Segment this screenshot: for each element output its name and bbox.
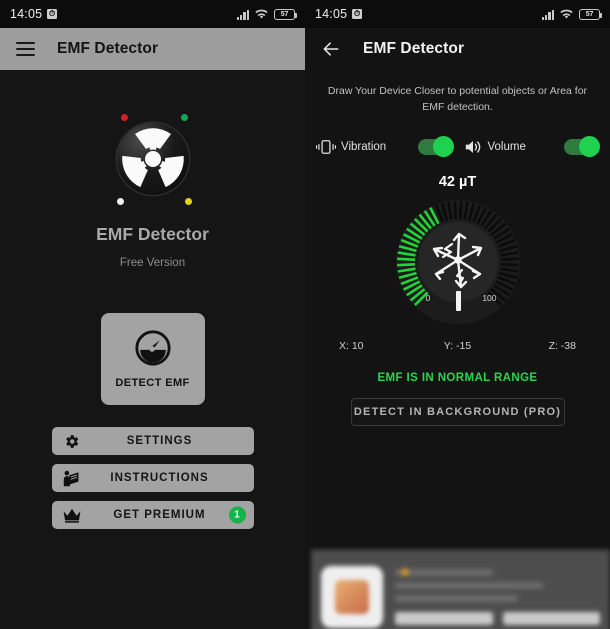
speedometer-icon <box>134 330 171 366</box>
ad-text-line <box>395 594 518 602</box>
detect-emf-label: DETECT EMF <box>115 377 190 389</box>
ad-text-line <box>395 568 494 576</box>
status-bar-right-group: 57 <box>236 8 298 20</box>
axis-z-value: Z: -38 <box>548 339 576 352</box>
app-logo-block: EMF Detector Free Version <box>0 110 305 269</box>
logo-dot-white <box>116 198 124 205</box>
battery-level: 57 <box>280 10 289 18</box>
gauge-container: 0 100 <box>305 198 610 326</box>
status-bar-left-group: 14:05 ⏱ <box>315 7 363 21</box>
status-bar-right: 14:05 ⏱ 57 <box>305 0 610 28</box>
premium-badge: 1 <box>228 506 246 524</box>
left-screen-body: EMF Detector Free Version DETECT EMF SET… <box>0 110 305 629</box>
ad-button-row <box>395 611 600 625</box>
gauge-needle <box>455 290 461 311</box>
axis-readings: X: 10 Y: -15 Z: -38 <box>305 340 610 352</box>
gauge-max-label: 100 <box>482 292 497 303</box>
wifi-icon <box>560 9 573 19</box>
get-premium-button[interactable]: GET PREMIUM 1 <box>51 501 254 529</box>
ad-text-line <box>395 581 543 589</box>
right-screen-detector: 14:05 ⏱ 57 EMF Detector Draw Your Device… <box>305 0 610 629</box>
toggle-row: Vibration Volume <box>305 134 610 160</box>
alarm-icon: ⏱ <box>47 9 58 19</box>
page-title: EMF Detector <box>363 40 465 57</box>
instructions-label: INSTRUCTIONS <box>110 472 209 484</box>
toggle-knob <box>579 136 600 157</box>
gauge-min-label: 0 <box>425 292 431 303</box>
logo-dot-red <box>120 114 128 121</box>
status-bar-left-group: 14:05 ⏱ <box>10 7 58 21</box>
status-bar-left: 14:05 ⏱ 57 <box>0 0 305 28</box>
status-bar-right-group: 57 <box>541 8 603 20</box>
instructions-button[interactable]: INSTRUCTIONS <box>51 464 254 492</box>
ad-text-block <box>395 568 600 625</box>
gear-icon <box>52 433 92 450</box>
crown-icon <box>52 507 92 523</box>
battery-icon: 57 <box>274 8 298 20</box>
status-time: 14:05 <box>315 7 348 21</box>
vibration-setting: Vibration <box>311 136 458 157</box>
person-reading-icon <box>52 470 92 487</box>
app-bar-right: EMF Detector <box>305 28 610 70</box>
right-screen-body: Draw Your Device Closer to potential obj… <box>305 84 610 629</box>
instruction-text: Draw Your Device Closer to potential obj… <box>327 85 588 113</box>
app-bar-left: EMF Detector <box>0 28 305 70</box>
logo-dot-green <box>180 114 188 121</box>
radiation-blades-icon <box>121 128 184 188</box>
status-badge: EMF IS IN NORMAL RANGE <box>377 371 538 384</box>
radiation-symbol-icon <box>104 110 202 208</box>
logo-dot-yellow <box>184 198 192 205</box>
alarm-icon: ⏱ <box>352 9 363 19</box>
settings-button[interactable]: SETTINGS <box>51 427 254 455</box>
app-version-label: Free Version <box>119 257 186 269</box>
back-arrow-icon[interactable] <box>321 39 341 59</box>
battery-icon: 57 <box>579 8 603 20</box>
ad-action-button[interactable] <box>502 611 600 625</box>
signal-bars-icon <box>236 9 249 20</box>
page-title: EMF Detector <box>57 40 159 57</box>
hamburger-menu-icon[interactable] <box>16 42 35 56</box>
advertisement-banner[interactable] <box>311 548 610 629</box>
battery-level: 57 <box>585 10 594 18</box>
detect-in-background-button[interactable]: DETECT IN BACKGROUND (PRO) <box>350 397 565 426</box>
ad-app-icon <box>321 565 383 628</box>
toggle-knob <box>432 136 454 157</box>
axis-y-value: Y: -15 <box>443 339 472 352</box>
settings-label: SETTINGS <box>126 435 193 447</box>
vibration-label: Vibration <box>341 140 387 153</box>
left-screen-home: 14:05 ⏱ 57 EMF Detector EMF Detector Fre… <box>0 0 305 629</box>
emf-reading-value: 42 µT <box>438 173 477 190</box>
volume-setting: Volume <box>458 136 605 157</box>
wifi-icon <box>255 9 268 19</box>
status-time: 14:05 <box>10 7 43 21</box>
axis-x-value: X: 10 <box>339 339 364 352</box>
signal-bars-icon <box>541 9 554 20</box>
dual-screenshot-container: 14:05 ⏱ 57 EMF Detector EMF Detector Fre… <box>0 0 610 629</box>
volume-label: Volume <box>487 140 526 153</box>
volume-toggle[interactable] <box>564 136 600 157</box>
vibration-icon <box>311 139 341 155</box>
vibration-toggle[interactable] <box>417 136 454 157</box>
ad-action-button[interactable] <box>395 611 493 625</box>
ad-app-icon-art <box>335 579 369 614</box>
detect-emf-button[interactable]: DETECT EMF <box>100 313 205 405</box>
app-name-label: EMF Detector <box>96 224 209 244</box>
emf-gauge: 0 100 <box>394 198 522 326</box>
main-menu-list: SETTINGS INSTRUCTIONS GET PREMIUM 1 <box>51 427 254 529</box>
volume-icon <box>458 139 488 155</box>
